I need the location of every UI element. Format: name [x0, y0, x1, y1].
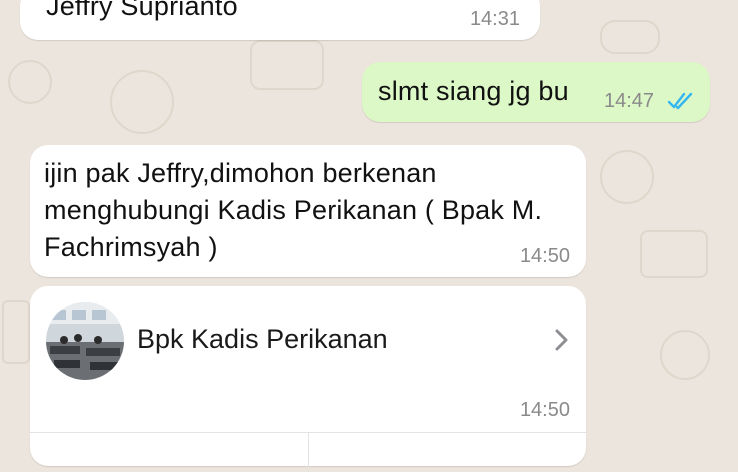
- contact-photo[interactable]: [46, 302, 124, 380]
- chevron-right-icon[interactable]: [554, 328, 570, 352]
- message-time: 14:31: [469, 8, 520, 30]
- message-text: ijin pak Jeffry,dimohon berkenan menghub…: [44, 158, 543, 262]
- message-time: 14:47: [604, 90, 655, 112]
- double-check-read-icon: [667, 92, 693, 110]
- message-time: 14:50: [519, 399, 570, 421]
- outgoing-message-bubble[interactable]: slmt siang jg bu 14:47: [362, 62, 710, 122]
- incoming-message-bubble[interactable]: ijin pak Jeffry,dimohon berkenan menghub…: [30, 145, 586, 277]
- incoming-message-bubble[interactable]: Jeffry Suprianto 14:31: [20, 0, 540, 40]
- message-text: Jeffry Suprianto: [46, 0, 238, 21]
- card-action-divider: [308, 432, 309, 472]
- message-text: slmt siang jg bu: [378, 76, 569, 106]
- contact-card-bubble[interactable]: Bpk Kadis Perikanan 14:50: [30, 286, 586, 472]
- message-time: 14:50: [519, 245, 570, 267]
- contact-name[interactable]: Bpk Kadis Perikanan: [137, 324, 388, 355]
